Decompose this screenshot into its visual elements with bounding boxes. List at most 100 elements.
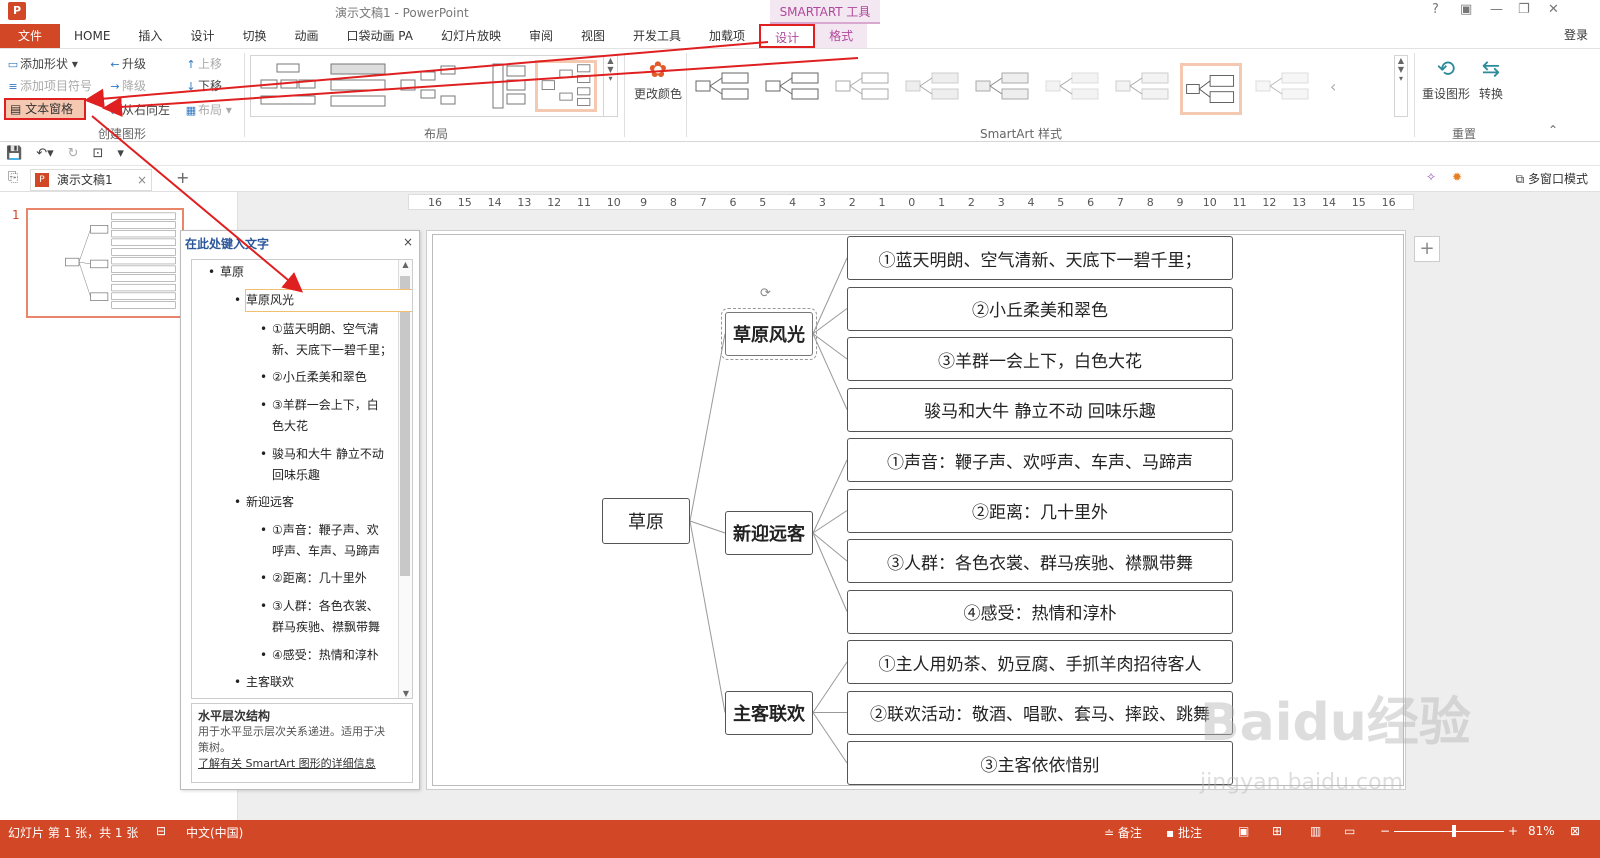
redo-icon[interactable]: ↻ [68, 146, 79, 161]
style-thumbnail[interactable] [692, 67, 754, 107]
smartart-level2-node[interactable]: ①蓝天明朗、空气清新、天底下一碧千里； [847, 236, 1233, 280]
rotate-handle-icon[interactable]: ⟳ [760, 286, 771, 301]
reading-view-icon[interactable]: ▥ [1310, 824, 1321, 838]
text-pane-close-icon[interactable]: × [403, 235, 413, 249]
layout-thumbnail[interactable] [397, 60, 459, 112]
help-icon[interactable]: ? [1432, 2, 1439, 17]
text-pane-item[interactable]: ③羊群一会上下，白 [260, 395, 379, 416]
text-pane-item[interactable]: 新、天底下一碧千里； [272, 340, 392, 361]
style-thumbnail[interactable] [1112, 67, 1174, 107]
chevron-left-icon[interactable]: ‹ [1330, 77, 1350, 117]
promote-button[interactable]: ← 升级 [108, 55, 146, 72]
smartart-level2-node[interactable]: ③主客依依惜别 [847, 741, 1233, 785]
multi-window-mode-button[interactable]: ⧉ 多窗口模式 [1516, 170, 1588, 187]
login-link[interactable]: 登录 [1564, 26, 1588, 43]
document-history-icon[interactable]: ⎘ [8, 170, 18, 185]
layout-thumbnail[interactable] [467, 60, 529, 112]
language-indicator[interactable]: 中文(中国) [186, 824, 243, 841]
tab-design[interactable]: 设计 [176, 24, 228, 48]
style-thumbnail[interactable] [972, 67, 1034, 107]
smartart-level1-node[interactable]: 草原风光 [721, 307, 817, 360]
smartart-level2-node[interactable]: ③人群：各色衣裳、群马疾驰、襟飘带舞 [847, 539, 1233, 583]
new-tab-icon[interactable]: + [176, 168, 189, 187]
scroll-down-icon[interactable]: ▼ [399, 689, 412, 698]
smartart-level2-node[interactable]: ④感受：热情和淳朴 [847, 589, 1233, 634]
tab-slideshow[interactable]: 幻灯片放映 [427, 24, 515, 48]
text-pane-item[interactable]: 呼声、车声、马蹄声 [272, 541, 380, 562]
spellcheck-icon[interactable]: ⊟ [156, 824, 166, 838]
text-pane-item[interactable]: ④感受：热情和淳朴 [260, 645, 379, 666]
customize-qat-icon[interactable]: ▾ [117, 146, 124, 161]
restore-icon[interactable]: ❐ [1518, 2, 1530, 17]
smartart-level2-node[interactable]: ②联欢活动：敬酒、唱歌、套马、摔跤、跳舞 [847, 690, 1233, 735]
smartart-level2-node[interactable]: ①主人用奶茶、奶豆腐、手抓羊肉招待客人 [847, 640, 1233, 684]
slideshow-view-icon[interactable]: ▭ [1344, 824, 1355, 838]
text-pane-item[interactable]: ①蓝天明朗、空气清 [260, 319, 379, 340]
demote-button[interactable]: → 降级 [108, 77, 146, 94]
text-pane-item[interactable]: 骏马和大牛 静立不动 [260, 444, 384, 465]
smartart-level2-node[interactable]: ③羊群一会上下，白色大花 [847, 337, 1233, 381]
style-thumbnail[interactable] [832, 67, 894, 107]
text-pane-button[interactable]: ▤ 文本窗格 [4, 98, 86, 120]
fit-to-window-icon[interactable]: ⊠ [1570, 824, 1580, 838]
text-pane-item[interactable]: 草原 [208, 262, 244, 283]
style-thumbnail[interactable] [762, 67, 824, 107]
ribbon-display-icon[interactable]: ▣ [1460, 2, 1472, 17]
close-tab-icon[interactable]: × [137, 170, 147, 190]
save-icon[interactable]: 💾 [6, 146, 22, 161]
tab-transitions[interactable]: 切换 [228, 24, 280, 48]
collapse-ribbon-icon[interactable]: ⌃ [1548, 123, 1558, 137]
learn-more-link[interactable]: 了解有关 SmartArt 图形的详细信息 [198, 756, 406, 772]
zoom-slider[interactable] [1394, 831, 1504, 832]
smartart-level2-node[interactable]: 骏马和大牛 静立不动 回味乐趣 [847, 387, 1233, 432]
tab-developer[interactable]: 开发工具 [619, 24, 695, 48]
style-thumbnail[interactable] [1042, 67, 1104, 107]
start-slideshow-icon[interactable]: ⊡ [93, 146, 104, 161]
text-pane-item[interactable]: ②距离：几十里外 [260, 568, 367, 589]
reset-graphic-button[interactable]: ⟲ 重设图形 [1420, 55, 1472, 102]
move-down-button[interactable]: ↓ 下移 [184, 77, 222, 94]
notes-button[interactable]: ≐ 备注 [1104, 824, 1142, 841]
zoom-slider-thumb[interactable] [1452, 825, 1456, 837]
slide-sorter-icon[interactable]: ⊞ [1272, 824, 1282, 838]
scroll-up-icon[interactable]: ▲ [399, 260, 412, 269]
tab-animations[interactable]: 动画 [280, 24, 332, 48]
text-pane-item[interactable]: ②小丘柔美和翠色 [260, 367, 367, 388]
text-pane-item[interactable]: 群马疾驰、襟飘带舞 [272, 617, 380, 638]
layouts-gallery-scroll[interactable]: ▲ ▼ ▾ [603, 56, 617, 116]
undo-icon[interactable]: ↶▾ [36, 146, 53, 161]
slide-thumbnail[interactable] [26, 208, 184, 318]
layout-thumbnail-selected[interactable] [535, 60, 597, 112]
add-bullet-button[interactable]: ≡ 添加项目符号 [6, 77, 92, 94]
zoom-out-icon[interactable]: − [1380, 824, 1390, 838]
tab-view[interactable]: 视图 [567, 24, 619, 48]
smartart-level2-node[interactable]: ②小丘柔美和翠色 [847, 286, 1233, 331]
tab-smartart-design[interactable]: 设计 [759, 24, 816, 48]
change-color-button[interactable]: ✿ 更改颜色 [632, 57, 684, 102]
style-thumbnail-selected[interactable] [1180, 63, 1242, 115]
comments-button[interactable]: ▪ 批注 [1166, 824, 1202, 841]
text-pane-item[interactable]: 新迎远客 [234, 492, 294, 513]
layout-thumbnail[interactable] [327, 60, 389, 112]
styles-gallery-scroll[interactable]: ▲ ▼ ▾ [1394, 55, 1408, 117]
pin-icon[interactable]: ✧ [1426, 170, 1436, 184]
tab-pocket-animation[interactable]: 口袋动画 PA [332, 24, 427, 48]
text-pane-scrollbar[interactable]: ▲ ▼ [398, 260, 412, 698]
text-pane-item[interactable]: ①声音：鞭子声、欢 [260, 520, 379, 541]
style-thumbnail[interactable] [1252, 67, 1314, 107]
tab-file[interactable]: 文件 [0, 24, 61, 48]
add-element-icon[interactable]: + [1414, 236, 1440, 262]
layout-thumbnail[interactable] [257, 60, 319, 112]
layout-button[interactable]: ▦ 布局 ▾ [184, 101, 232, 118]
text-pane-item[interactable]: ③人群：各色衣裳、 [260, 596, 379, 617]
tab-addins[interactable]: 加载项 [695, 24, 759, 48]
smartart-level1-node[interactable]: 主客联欢 [725, 690, 813, 735]
text-pane-item[interactable]: 主客联欢 [234, 672, 294, 693]
tab-insert[interactable]: 插入 [124, 24, 176, 48]
text-pane-bullet-list[interactable]: ▲ ▼ 草原草原风光 ①蓝天明朗、空气清新、天底下一碧千里； ②小丘柔美和翠色 ③羊群… [191, 259, 413, 699]
zoom-in-icon[interactable]: + [1508, 824, 1518, 838]
text-pane-item[interactable]: 草原风光 [234, 289, 412, 312]
smartart-level2-node[interactable]: ①声音：鞭子声、欢呼声、车声、马蹄声 [847, 438, 1233, 482]
document-tab[interactable]: P 演示文稿1 × [30, 169, 152, 191]
tab-review[interactable]: 审阅 [515, 24, 567, 48]
